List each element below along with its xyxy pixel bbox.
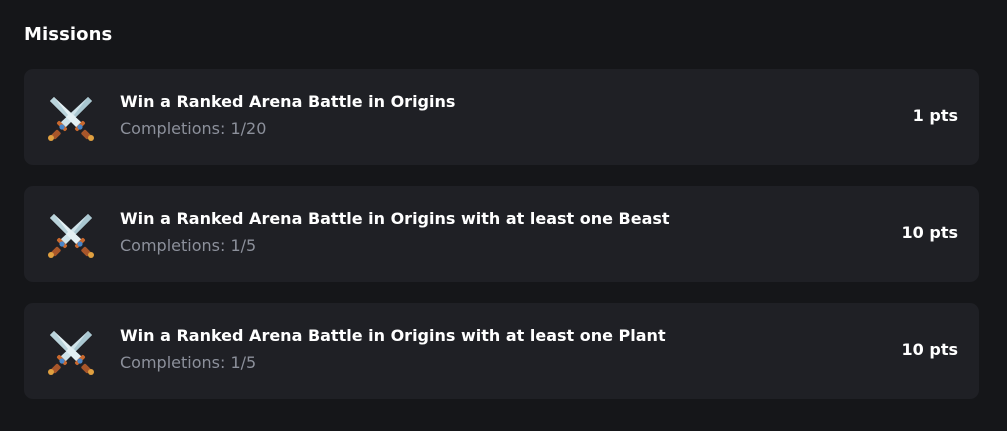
crossed-swords-icon: [45, 91, 97, 143]
mission-title: Win a Ranked Arena Battle in Origins: [120, 91, 456, 111]
mission-card[interactable]: Win a Ranked Arena Battle in Origins wit…: [24, 186, 979, 282]
mission-progress: Completions: 1/5: [120, 352, 257, 372]
mission-points: 1 pts: [912, 106, 958, 125]
mission-progress: Completions: 1/20: [120, 118, 267, 138]
mission-list: Win a Ranked Arena Battle in Origins Com…: [24, 69, 979, 399]
mission-card[interactable]: Win a Ranked Arena Battle in Origins Com…: [24, 69, 979, 165]
mission-text: Win a Ranked Arena Battle in Origins Com…: [120, 92, 913, 139]
mission-text: Win a Ranked Arena Battle in Origins wit…: [120, 326, 902, 373]
section-title: Missions: [24, 24, 113, 45]
mission-title: Win a Ranked Arena Battle in Origins wit…: [120, 325, 666, 345]
mission-progress: Completions: 1/5: [120, 235, 257, 255]
mission-card[interactable]: Win a Ranked Arena Battle in Origins wit…: [24, 303, 979, 399]
crossed-swords-icon: [45, 208, 97, 260]
mission-title: Win a Ranked Arena Battle in Origins wit…: [120, 208, 670, 228]
mission-text: Win a Ranked Arena Battle in Origins wit…: [120, 209, 902, 256]
mission-points: 10 pts: [901, 223, 958, 242]
missions-panel: Missions Win a Ranked Arena Battle in Or…: [0, 0, 1007, 431]
crossed-swords-icon: [45, 325, 97, 377]
mission-points: 10 pts: [901, 340, 958, 359]
